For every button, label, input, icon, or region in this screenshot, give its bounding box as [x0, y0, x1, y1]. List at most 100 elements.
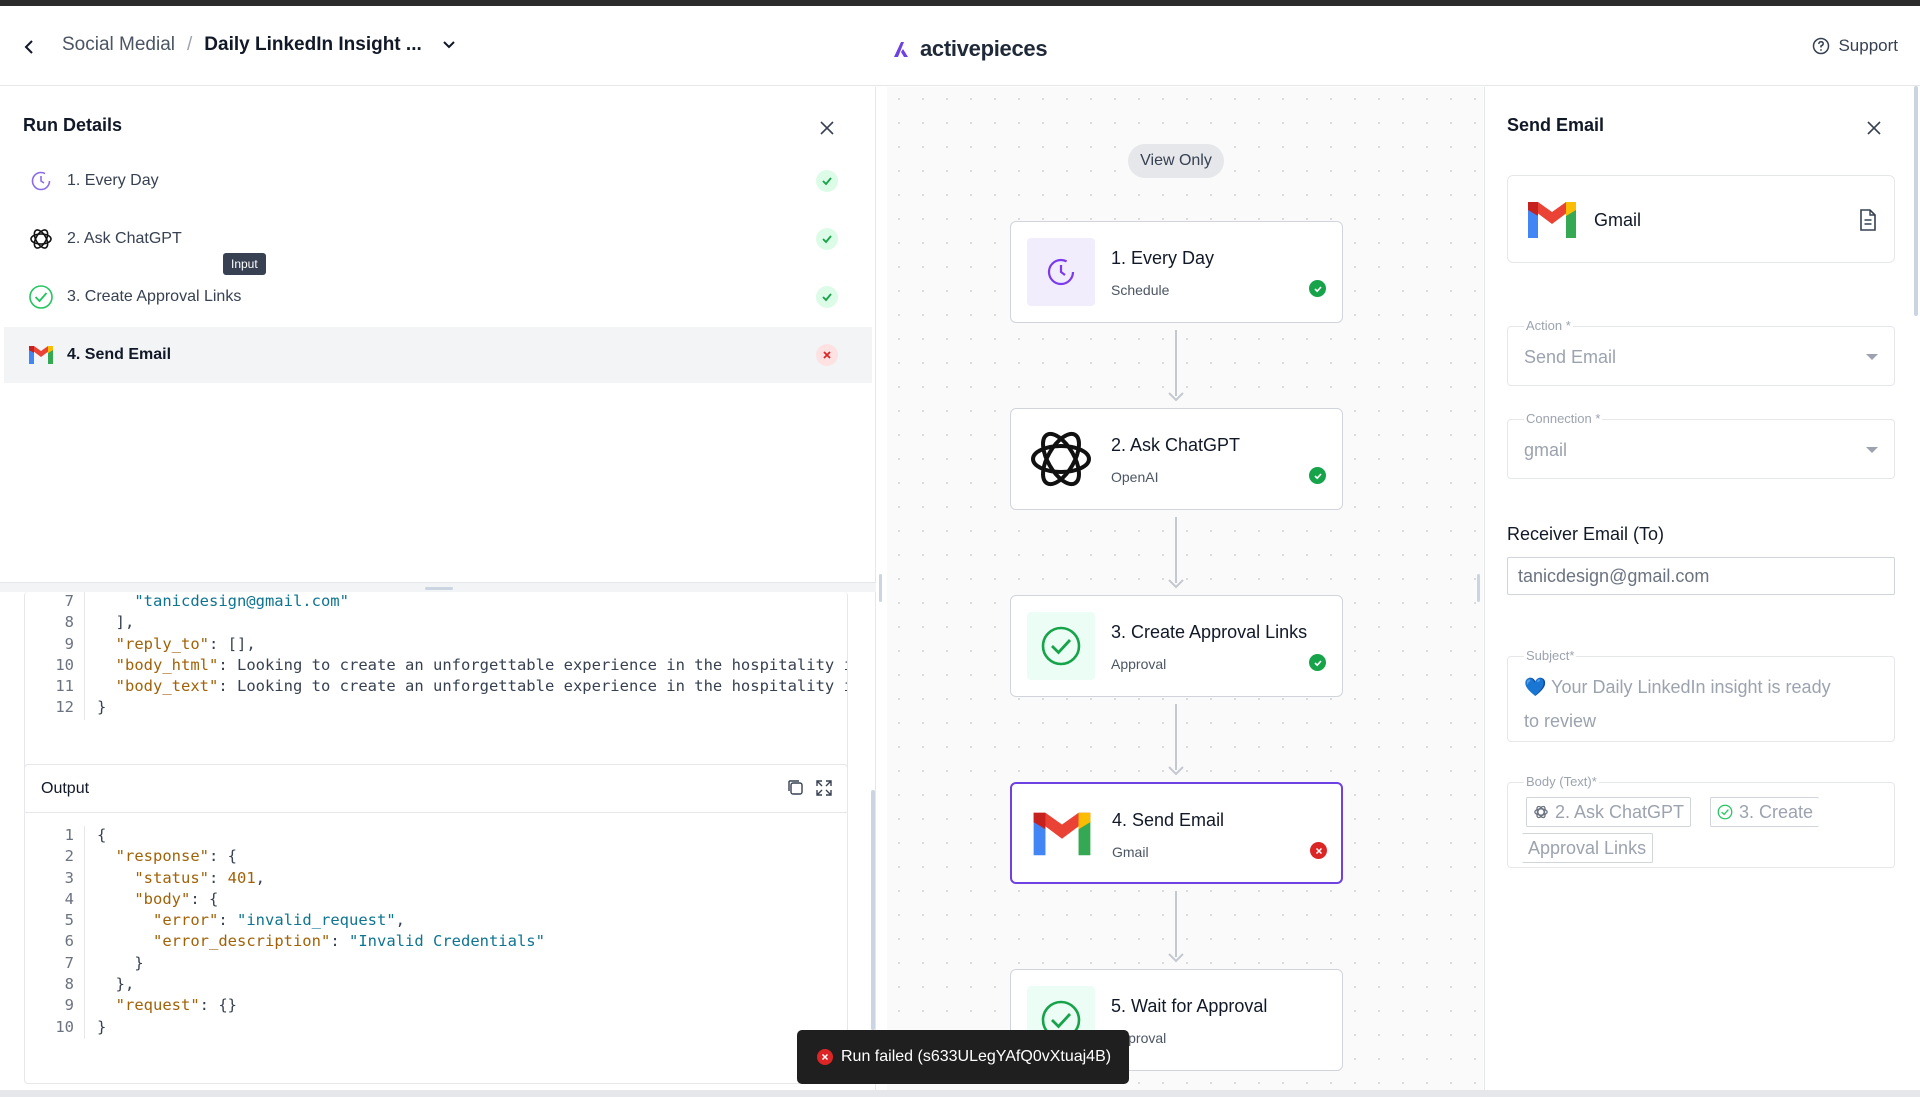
receiver-email-value: tanicdesign@gmail.com: [1518, 565, 1710, 586]
output-header: Output: [25, 765, 847, 813]
run-step-send-email[interactable]: 4. Send Email: [4, 327, 872, 383]
brand-logo: activepieces: [892, 36, 1048, 62]
line-number: 9: [25, 634, 85, 656]
check-circle-icon: [26, 282, 56, 312]
code-line: 4 "body": {: [25, 889, 545, 912]
close-icon: [1867, 121, 1881, 135]
connector-line: [1175, 704, 1177, 770]
flow-node-ask-chatgpt[interactable]: 2. Ask ChatGPT OpenAI: [1010, 408, 1343, 510]
close-run-details-button[interactable]: [814, 115, 840, 141]
top-bar: Social Medial / Daily LinkedIn Insight .…: [0, 6, 1920, 86]
close-step-settings-button[interactable]: [1861, 115, 1887, 141]
line-number: 5: [25, 911, 85, 933]
line-number: 1: [25, 826, 85, 848]
piece-name: Gmail: [1594, 210, 1642, 230]
code-line: 6 "error_description": "Invalid Credenti…: [25, 932, 545, 954]
run-step-every-day[interactable]: 1. Every Day: [4, 153, 872, 209]
arrow-down-icon: [1168, 392, 1184, 402]
right-scrollbar[interactable]: [1914, 86, 1918, 316]
mention-chip-continuation[interactable]: Approval Links: [1522, 833, 1654, 863]
openai-icon: [1534, 805, 1548, 819]
error-x-icon: [816, 344, 838, 366]
subject-field[interactable]: Subject* 💙 Your Daily LinkedIn insight i…: [1507, 648, 1895, 742]
success-check-icon: [1309, 280, 1326, 297]
node-subtitle: Gmail: [1112, 844, 1149, 860]
code-line: 8 ],: [25, 613, 847, 635]
subject-value-line-1: 💙 Your Daily LinkedIn insight is ready: [1524, 677, 1831, 697]
clock-icon: [1027, 238, 1095, 306]
right-divider-handle[interactable]: [1477, 574, 1480, 602]
connection-select[interactable]: Connection * gmail: [1507, 411, 1895, 479]
line-content: "reply_to": [],: [115, 634, 256, 653]
run-step-label: 1. Every Day: [67, 172, 159, 189]
receiver-email-input[interactable]: tanicdesign@gmail.com: [1507, 557, 1895, 595]
flow-node-send-email[interactable]: 4. Send Email Gmail: [1010, 782, 1343, 884]
dropdown-arrow-icon: [1866, 447, 1878, 453]
connector-line: [1175, 330, 1177, 396]
close-icon: [820, 121, 834, 135]
step-settings-panel: Send Email Gmail Action * Send Email Con…: [1484, 87, 1920, 1097]
breadcrumb-flow-name[interactable]: Daily LinkedIn Insight ...: [204, 34, 421, 56]
line-number: 10: [25, 655, 85, 678]
back-button[interactable]: [18, 36, 40, 58]
arrow-down-icon: [1168, 953, 1184, 963]
success-check-icon: [816, 228, 838, 250]
code-line: 7 "tanicdesign@gmail.com": [25, 592, 847, 614]
error-x-icon: [817, 1049, 833, 1065]
arrow-down-icon: [1168, 766, 1184, 776]
support-link[interactable]: Support: [1812, 36, 1898, 56]
panel-resize-bar[interactable]: [0, 582, 876, 592]
expand-icon[interactable]: [815, 779, 835, 799]
chevron-down-icon[interactable]: [442, 40, 456, 50]
vertical-scrollbar[interactable]: [871, 790, 875, 1030]
left-divider-handle[interactable]: [879, 574, 882, 602]
action-label: Action *: [1524, 318, 1573, 333]
action-value: Send Email: [1524, 347, 1617, 367]
code-line: 9 "reply_to": [],: [25, 634, 847, 656]
gmail-icon: [1028, 800, 1096, 868]
gmail-icon: [26, 340, 56, 370]
action-select[interactable]: Action * Send Email: [1507, 318, 1895, 386]
flow-node-create-approval-links[interactable]: 3. Create Approval Links Approval: [1010, 595, 1343, 697]
flow-node-every-day[interactable]: 1. Every Day Schedule: [1010, 221, 1343, 323]
document-icon[interactable]: [1858, 208, 1880, 232]
line-content: }: [97, 698, 107, 717]
run-details-panel: Run Details 1. Every Day 2. Ask ChatGPT …: [0, 87, 876, 1097]
help-circle-icon: [1813, 37, 1830, 55]
resize-handle[interactable]: [425, 587, 453, 590]
copy-icon[interactable]: [787, 779, 807, 799]
line-content: {: [97, 826, 107, 844]
code-line: 7 }: [25, 953, 545, 976]
run-step-create-approval-links[interactable]: 3. Create Approval Links: [4, 269, 872, 325]
node-subtitle: Approval: [1111, 656, 1167, 672]
code-line: 5 "error": "invalid_request",: [25, 911, 545, 933]
line-content: "response": {: [115, 847, 238, 866]
chip-label: 3. Create: [1739, 801, 1814, 822]
code-line: 1{: [25, 826, 545, 848]
run-step-label: 4. Send Email: [67, 346, 172, 363]
mention-chip-ask-chatgpt[interactable]: 2. Ask ChatGPT: [1526, 797, 1692, 827]
body-text-field[interactable]: Body (Text)* 2. Ask ChatGPT 3. Create Ap…: [1507, 774, 1895, 868]
mention-chip-create-approval-links[interactable]: 3. Create: [1710, 797, 1820, 827]
line-content: },: [97, 975, 135, 994]
openai-icon: [26, 224, 56, 254]
openai-icon: [1027, 425, 1095, 493]
node-subtitle: Schedule: [1111, 282, 1170, 298]
success-check-icon: [1309, 654, 1326, 671]
step-settings-title: Send Email: [1507, 115, 1605, 135]
input-code-lines: 7 "tanicdesign@gmail.com" 8 ], 9 "reply_to…: [25, 592, 847, 720]
run-step-ask-chatgpt[interactable]: 2. Ask ChatGPT: [4, 211, 872, 267]
connection-label: Connection *: [1524, 411, 1603, 426]
line-number: 12: [25, 698, 85, 720]
receiver-email-label: Receiver Email (To): [1507, 524, 1665, 544]
chip-label: 2. Ask ChatGPT: [1555, 801, 1685, 822]
line-number: 2: [25, 847, 85, 869]
node-title: 5. Wait for Approval: [1111, 996, 1268, 1016]
body-text-label: Body (Text)*: [1524, 774, 1599, 789]
arrow-down-icon: [1168, 579, 1184, 589]
node-subtitle: OpenAI: [1111, 469, 1159, 485]
breadcrumb-project[interactable]: Social Medial: [62, 34, 175, 56]
line-number: 8: [25, 975, 85, 997]
run-step-label: 2. Ask ChatGPT: [67, 230, 182, 247]
breadcrumb-separator: /: [187, 34, 193, 55]
